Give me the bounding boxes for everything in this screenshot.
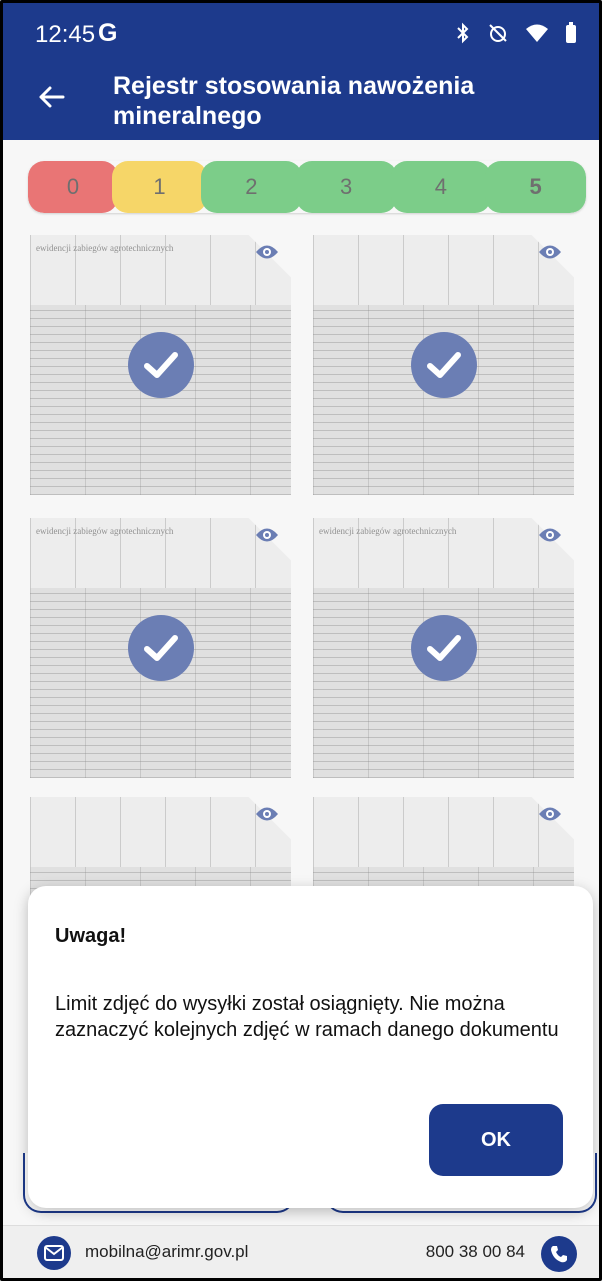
email-icon[interactable]: [37, 1236, 71, 1270]
app-screen: 12:45 G Rejestr stosowania nawożenia min…: [0, 0, 602, 1281]
status-bar: 12:45 G: [3, 3, 599, 63]
page-title: Rejestr stosowania nawożenia mineralnego: [113, 72, 475, 130]
alert-dialog: Uwaga! Limit zdjęć do wysyłki został osi…: [28, 886, 593, 1208]
google-icon: G: [98, 19, 118, 47]
phone-icon[interactable]: [541, 1236, 577, 1272]
contact-email[interactable]: mobilna@arimr.gov.pl: [85, 1242, 248, 1262]
status-icons: [455, 22, 577, 44]
top-bar: 12:45 G Rejestr stosowania nawożenia min…: [3, 3, 599, 140]
ok-button[interactable]: OK: [429, 1104, 563, 1176]
contact-footer: mobilna@arimr.gov.pl 800 38 00 84: [3, 1225, 599, 1278]
dialog-message: Limit zdjęć do wysyłki został osiągnięty…: [55, 993, 559, 1041]
battery-icon: [566, 22, 576, 43]
back-arrow-icon[interactable]: [36, 82, 66, 112]
bluetooth-icon: [457, 22, 469, 44]
dialog-title: Uwaga!: [55, 925, 127, 947]
status-time: 12:45: [35, 21, 96, 48]
alarm-off-icon: [489, 24, 507, 42]
contact-phone[interactable]: 800 38 00 84: [426, 1242, 525, 1262]
wifi-icon: [526, 24, 548, 42]
